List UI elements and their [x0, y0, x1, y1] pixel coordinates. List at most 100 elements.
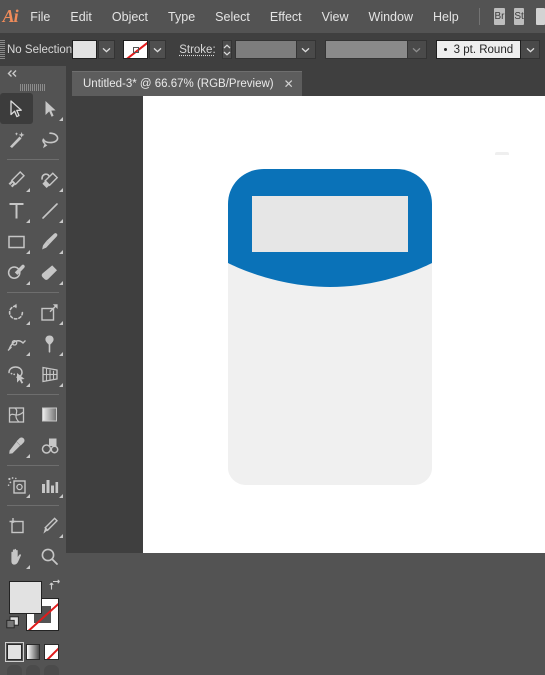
menu-effect[interactable]: Effect	[260, 0, 312, 33]
tools-panel	[0, 66, 67, 675]
symbol-sprayer-icon	[7, 477, 26, 494]
variable-width-dropdown[interactable]	[407, 40, 427, 59]
bridge-button[interactable]: Br	[494, 8, 505, 25]
tool-flyout-indicator	[59, 352, 63, 356]
artboard-icon	[9, 518, 24, 534]
menu-file[interactable]: File	[20, 0, 60, 33]
slice-knife-icon	[43, 517, 58, 534]
illustrator-window: Ai File Edit Object Type Select Effect V…	[0, 0, 545, 675]
tool-divider	[7, 292, 59, 293]
tool-flyout-indicator	[59, 494, 63, 498]
draw-normal-button[interactable]	[7, 665, 22, 675]
tool-magic-wand[interactable]	[0, 124, 33, 155]
stroke-label[interactable]: Stroke:	[179, 44, 215, 56]
tool-type[interactable]	[0, 195, 33, 226]
control-bar-grip[interactable]	[0, 33, 5, 66]
tool-shape-builder[interactable]	[0, 359, 33, 390]
menu-edit[interactable]: Edit	[60, 0, 102, 33]
draw-behind-button[interactable]	[25, 665, 41, 675]
pen-nib-icon	[8, 171, 25, 188]
chevron-down-icon	[526, 47, 535, 52]
tool-curvature[interactable]	[33, 164, 66, 195]
tool-divider	[7, 465, 59, 466]
draw-inside-button[interactable]	[44, 665, 60, 675]
tool-gradient[interactable]	[33, 399, 66, 430]
document-tab[interactable]: Untitled-3* @ 66.67% (RGB/Preview) ✕	[72, 71, 302, 96]
tool-eyedropper[interactable]	[0, 430, 33, 461]
tool-zoom[interactable]	[33, 541, 66, 572]
control-bar: No Selection Stroke: 3 pt. Round	[0, 33, 545, 67]
tool-divider	[7, 394, 59, 395]
close-icon[interactable]: ✕	[284, 78, 294, 90]
swap-fill-stroke-button[interactable]	[49, 579, 62, 592]
tool-rotate[interactable]	[0, 297, 33, 328]
tool-paintbrush[interactable]	[33, 226, 66, 257]
tool-divider	[7, 159, 59, 160]
stock-button[interactable]: St	[513, 8, 525, 25]
stroke-swatch-dropdown[interactable]	[149, 40, 167, 59]
variable-width-field[interactable]	[324, 40, 408, 59]
tool-lasso[interactable]	[33, 124, 66, 155]
artboard-canvas[interactable]: 软件自学网 WWW.RJZXW.COM	[143, 96, 545, 553]
menu-type[interactable]: Type	[158, 0, 205, 33]
tool-slice[interactable]	[33, 510, 66, 541]
tool-blend[interactable]	[33, 430, 66, 461]
workspace-switcher-button[interactable]	[536, 8, 545, 25]
menu-select[interactable]: Select	[205, 0, 260, 33]
tool-shaper[interactable]	[0, 257, 33, 288]
stroke-color-swatch[interactable]	[123, 40, 149, 59]
default-fill-stroke-button[interactable]	[6, 616, 20, 630]
width-tool-icon	[7, 339, 26, 351]
fill-color-swatch[interactable]	[72, 40, 98, 59]
tool-perspective-grid[interactable]	[33, 359, 66, 390]
tool-eraser[interactable]	[33, 257, 66, 288]
type-T-icon	[9, 203, 24, 219]
stroke-weight-dropdown[interactable]	[296, 40, 316, 59]
tool-artboard[interactable]	[0, 510, 33, 541]
gradient-mode-button[interactable]	[25, 644, 41, 660]
tool-selection[interactable]	[0, 93, 33, 124]
tool-line-segment[interactable]	[33, 195, 66, 226]
gradient-icon	[42, 407, 57, 422]
mesh-icon	[8, 406, 25, 423]
brush-definition-dropdown[interactable]	[521, 40, 541, 59]
none-mode-button[interactable]	[44, 644, 60, 660]
double-chevron-left-icon	[7, 70, 17, 77]
tool-flyout-indicator	[59, 250, 63, 254]
menu-help[interactable]: Help	[423, 0, 469, 33]
menu-window[interactable]: Window	[359, 0, 423, 33]
tool-mesh[interactable]	[0, 399, 33, 430]
menu-divider	[478, 8, 480, 25]
drawing-mode-buttons	[0, 660, 66, 675]
tool-column-graph[interactable]	[33, 470, 66, 501]
fill-swatch-large[interactable]	[9, 581, 42, 614]
shaper-icon	[7, 264, 25, 279]
tool-free-transform[interactable]	[33, 328, 66, 359]
chevron-down-icon	[301, 47, 310, 52]
stroke-weight-field[interactable]	[234, 40, 297, 59]
eyedropper-icon	[9, 437, 25, 454]
tool-rectangle[interactable]	[0, 226, 33, 257]
tool-flyout-indicator	[26, 281, 30, 285]
tool-hand[interactable]	[0, 541, 33, 572]
color-mode-button[interactable]	[5, 642, 24, 662]
tool-pen[interactable]	[0, 164, 33, 195]
tool-scale[interactable]	[33, 297, 66, 328]
fill-swatch-dropdown[interactable]	[98, 40, 116, 59]
tools-collapse-button[interactable]	[0, 66, 66, 81]
tool-direct-selection[interactable]	[33, 93, 66, 124]
tool-width[interactable]	[0, 328, 33, 359]
menu-object[interactable]: Object	[102, 0, 158, 33]
eraser-illustration[interactable]	[227, 168, 433, 497]
perspective-grid-icon	[41, 366, 58, 383]
brush-definition-label: 3 pt. Round	[453, 43, 514, 56]
menu-view[interactable]: View	[312, 0, 359, 33]
menu-bar: Ai File Edit Object Type Select Effect V…	[0, 0, 545, 33]
tool-symbol-sprayer[interactable]	[0, 470, 33, 501]
tools-panel-grip[interactable]	[0, 81, 66, 93]
stroke-weight-stepper[interactable]	[221, 40, 232, 59]
rotate-icon	[8, 303, 24, 320]
brush-definition-box[interactable]: 3 pt. Round	[435, 40, 522, 59]
paintbrush-icon	[42, 233, 58, 250]
tool-grid	[0, 93, 66, 572]
